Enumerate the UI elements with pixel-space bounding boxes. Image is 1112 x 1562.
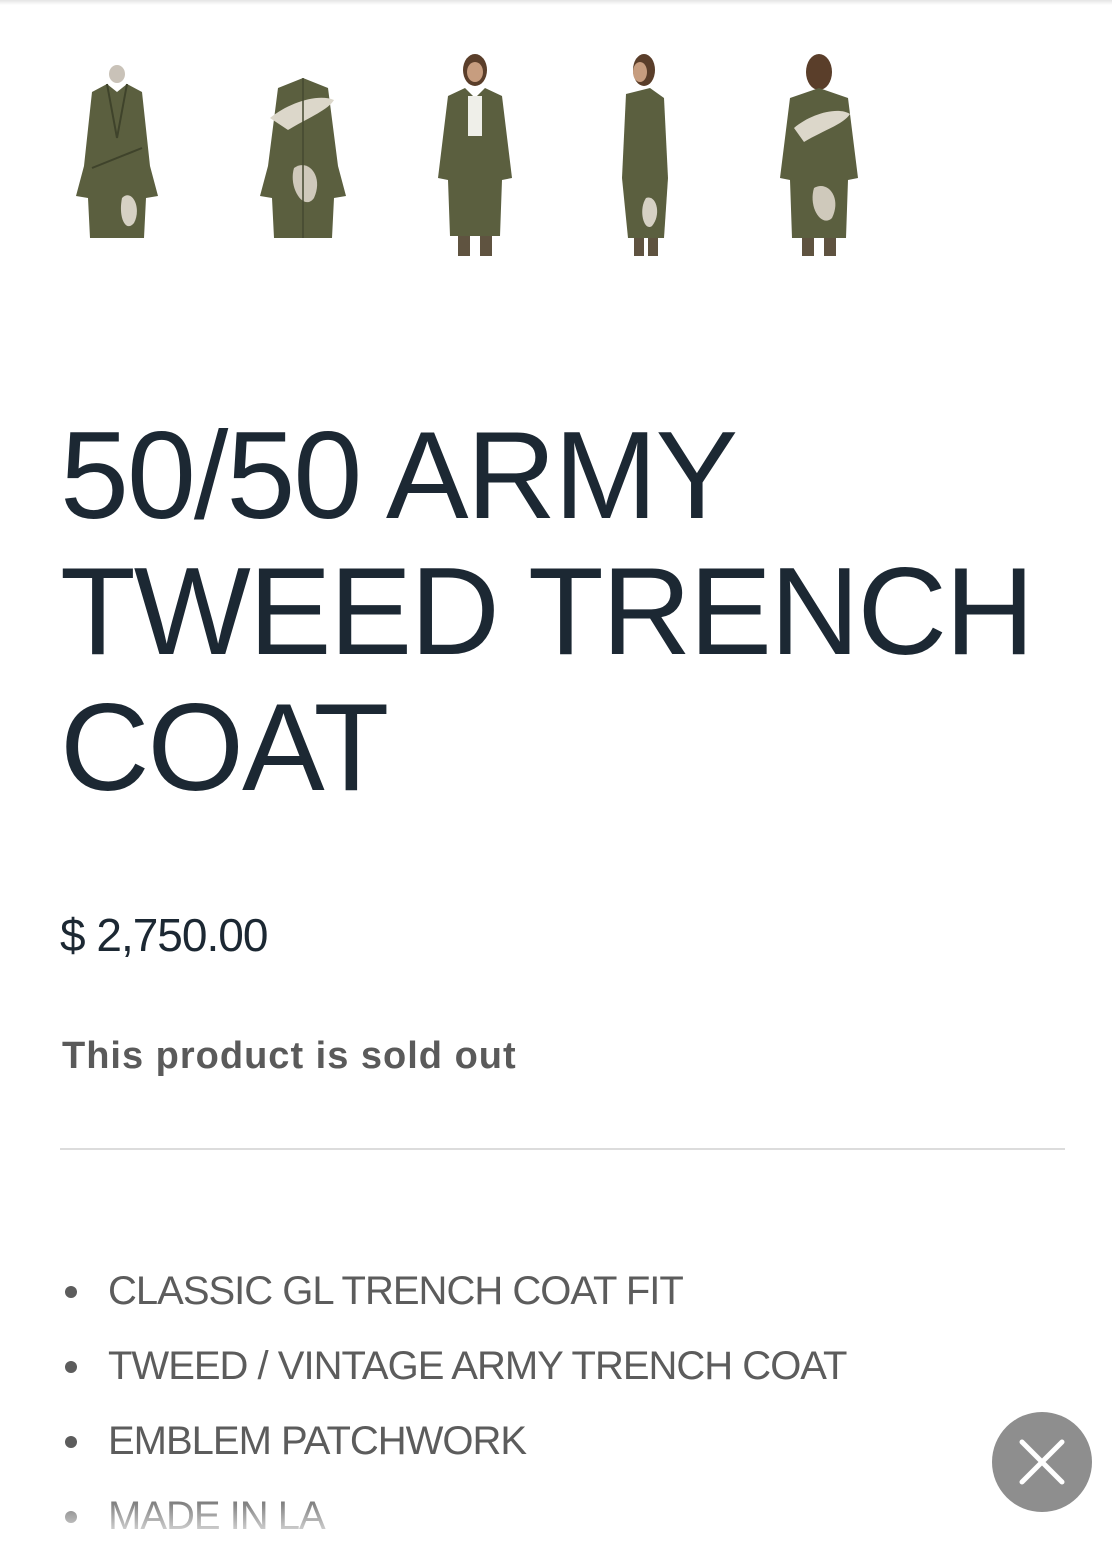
divider [60, 1148, 1065, 1150]
thumbnail-model-back[interactable] [764, 48, 874, 262]
model-side-image [622, 54, 668, 256]
availability-status: This product is sold out [62, 1035, 517, 1077]
thumbnail-coat-back[interactable] [248, 48, 358, 262]
model-front-image [438, 54, 512, 256]
feature-text: MADE IN LA [108, 1494, 326, 1538]
thumbnail-coat-front[interactable] [62, 48, 172, 262]
close-button[interactable] [992, 1412, 1092, 1512]
coat-front-mannequin-image [76, 65, 158, 238]
feature-item: CLASSIC GL TRENCH COAT FIT [60, 1262, 846, 1337]
feature-text: TWEED / VINTAGE ARMY TRENCH COAT [108, 1344, 847, 1388]
model-back-image [780, 54, 858, 256]
feature-item: EMBLEM PATCHWORK [60, 1412, 846, 1487]
bullet-icon [65, 1511, 77, 1523]
product-price: $ 2,750.00 [60, 909, 268, 961]
coat-back-mannequin-image [260, 78, 346, 238]
product-title: 50/50 ARMY TWEED TRENCH COAT [60, 407, 1035, 817]
top-edge [0, 0, 1112, 5]
product-image-gallery [0, 40, 1112, 270]
thumbnail-model-side[interactable] [592, 48, 702, 262]
feature-text: EMBLEM PATCHWORK [108, 1419, 527, 1463]
feature-item: MADE IN LA [60, 1487, 846, 1562]
bullet-icon [65, 1436, 77, 1448]
feature-list: CLASSIC GL TRENCH COAT FIT TWEED / VINTA… [60, 1262, 847, 1562]
feature-item: TWEED / VINTAGE ARMY TRENCH COAT [60, 1337, 847, 1412]
close-icon [1019, 1439, 1065, 1485]
bullet-icon [65, 1361, 77, 1373]
bullet-icon [65, 1286, 77, 1298]
feature-text: CLASSIC GL TRENCH COAT FIT [108, 1269, 684, 1313]
thumbnail-model-front[interactable] [420, 48, 530, 262]
